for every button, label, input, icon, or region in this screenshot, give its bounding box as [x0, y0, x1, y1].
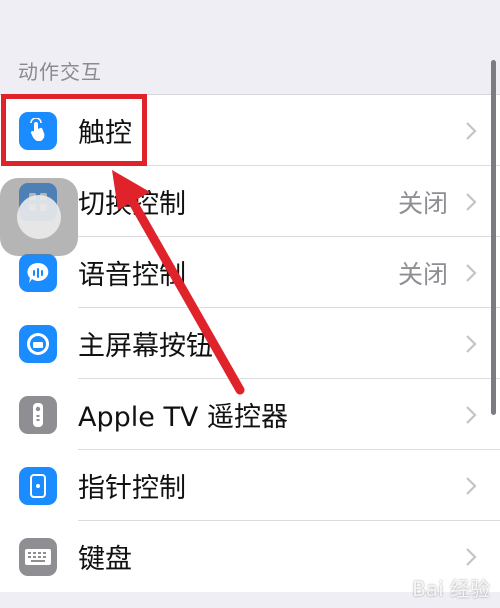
assistive-touch-button[interactable]: [0, 178, 78, 256]
row-label: Apple TV 遥控器: [78, 402, 288, 433]
row-pointer-control[interactable]: 指针控制: [0, 450, 500, 521]
watermark-text: Bai 经验: [412, 577, 490, 601]
row-label: 切换控制: [78, 189, 186, 220]
chevron-right-icon: [466, 547, 477, 566]
row-value: 关闭: [397, 259, 448, 289]
home-button-icon: [19, 324, 57, 363]
chevron-right-icon: [466, 121, 477, 140]
keyboard-icon: [19, 537, 57, 576]
row-label: 主屏幕按钮: [78, 331, 213, 362]
row-label: 指针控制: [78, 473, 186, 504]
row-home-button[interactable]: 主屏幕按钮: [0, 308, 500, 379]
row-apple-tv-remote[interactable]: Apple TV 遥控器: [0, 379, 500, 450]
assistive-touch-inner: [17, 195, 61, 239]
remote-icon: [19, 395, 57, 434]
section-header: 动作交互: [18, 60, 102, 84]
interaction-list: 触控 切换控制 关闭 语音控制 关闭 主屏幕按钮 Apple TV 遥控器 指针…: [0, 94, 500, 592]
chevron-right-icon: [466, 405, 477, 424]
pointer-control-icon: [19, 466, 57, 505]
chevron-right-icon: [466, 192, 477, 211]
scrollbar[interactable]: [491, 60, 496, 415]
chevron-right-icon: [466, 263, 477, 282]
settings-screen: 动作交互 触控 切换控制 关闭 语音控制 关闭 主屏幕按钮 Apple TV 遥…: [0, 0, 500, 608]
row-label: 语音控制: [78, 260, 186, 291]
chevron-right-icon: [466, 334, 477, 353]
chevron-right-icon: [466, 476, 477, 495]
annotation-highlight-box: [1, 94, 147, 166]
row-label: 键盘: [78, 544, 132, 575]
voice-control-icon: [19, 253, 57, 292]
row-value: 关闭: [397, 188, 448, 218]
